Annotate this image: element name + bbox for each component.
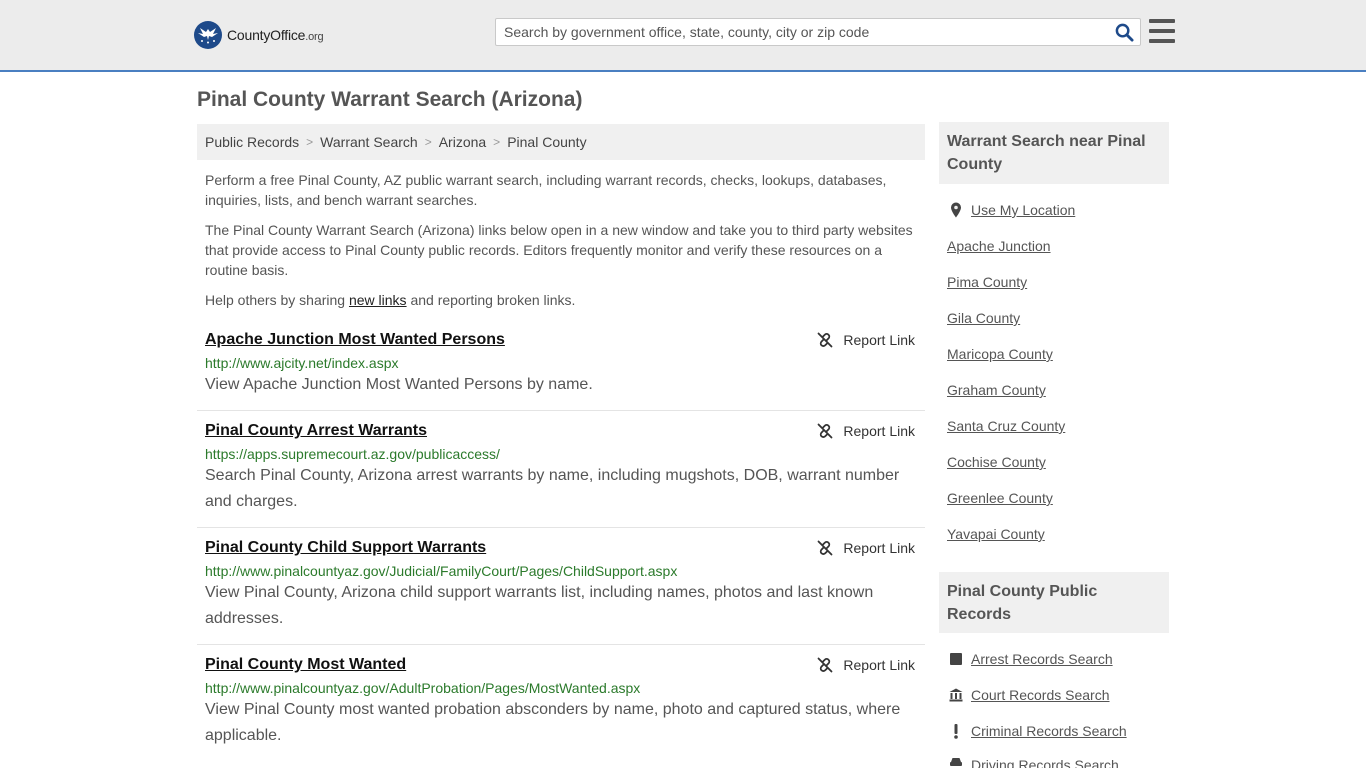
result-item: Pinal County Arrest Warrants Report Link… xyxy=(197,421,925,528)
nearby-link-cochise-county[interactable]: Cochise County xyxy=(947,453,1046,471)
eagle-logo-icon xyxy=(194,21,222,49)
share-text-before: Help others by sharing xyxy=(205,292,349,308)
result-description: Search Pinal County, Arizona arrest warr… xyxy=(205,467,900,510)
share-paragraph: Help others by sharing new links and rep… xyxy=(205,290,917,310)
broken-link-icon xyxy=(818,423,833,439)
search-button[interactable] xyxy=(1108,19,1140,45)
result-title-link[interactable]: Apache Junction Most Wanted Persons xyxy=(205,330,505,350)
nearby-link-maricopa-county[interactable]: Maricopa County xyxy=(947,345,1053,363)
report-link-label: Report Link xyxy=(843,423,915,439)
page-title: Pinal County Warrant Search (Arizona) xyxy=(197,88,583,111)
result-description: View Apache Junction Most Wanted Persons… xyxy=(205,376,593,393)
broken-link-icon xyxy=(818,657,833,673)
courthouse-icon xyxy=(948,686,964,704)
broken-link-icon xyxy=(818,540,833,556)
driving-records-search-link[interactable]: Driving Records Search xyxy=(971,756,1119,768)
breadcrumb-pinal-county[interactable]: Pinal County xyxy=(507,134,586,150)
hamburger-menu-button[interactable] xyxy=(1149,19,1175,43)
breadcrumb: Public Records > Warrant Search > Arizon… xyxy=(197,124,925,160)
result-url: http://www.pinalcountyaz.gov/Judicial/Fa… xyxy=(205,563,678,579)
nearby-link-graham-county[interactable]: Graham County xyxy=(947,381,1046,399)
nearby-link-santa-cruz-county[interactable]: Santa Cruz County xyxy=(947,417,1065,435)
result-url: https://apps.supremecourt.az.gov/publica… xyxy=(205,446,500,462)
menu-bar xyxy=(1149,29,1175,33)
report-link-label: Report Link xyxy=(843,657,915,673)
result-url: http://www.pinalcountyaz.gov/AdultProbat… xyxy=(205,680,641,696)
result-item: Pinal County Most Wanted Report Link htt… xyxy=(197,655,925,761)
exclamation-icon xyxy=(948,722,964,740)
broken-link-icon xyxy=(818,332,833,348)
location-pin-icon xyxy=(948,201,964,219)
nearby-link-greenlee-county[interactable]: Greenlee County xyxy=(947,489,1053,507)
nearby-link-pima-county[interactable]: Pima County xyxy=(947,273,1027,291)
square-icon xyxy=(948,650,964,668)
logo-text-main: CountyOffice xyxy=(227,27,306,43)
breadcrumb-public-records[interactable]: Public Records xyxy=(205,134,299,150)
breadcrumb-arizona[interactable]: Arizona xyxy=(439,134,486,150)
report-link-label: Report Link xyxy=(843,332,915,348)
search-input[interactable] xyxy=(496,19,1108,45)
nearby-link-gila-county[interactable]: Gila County xyxy=(947,309,1020,327)
result-description: View Pinal County, Arizona child support… xyxy=(205,584,874,627)
report-link-button[interactable]: Report Link xyxy=(817,538,915,558)
new-links-link[interactable]: new links xyxy=(349,292,407,308)
result-description: View Pinal County most wanted probation … xyxy=(205,701,901,744)
criminal-records-search-link[interactable]: Criminal Records Search xyxy=(971,722,1127,740)
report-link-button[interactable]: Report Link xyxy=(817,421,915,441)
logo-text-ext: .org xyxy=(305,31,324,43)
nearby-heading: Warrant Search near Pinal County xyxy=(939,122,1169,184)
result-title-link[interactable]: Pinal County Child Support Warrants xyxy=(205,538,486,558)
result-item: Pinal County Child Support Warrants Repo… xyxy=(197,538,925,645)
breadcrumb-separator: > xyxy=(306,135,314,149)
result-title-link[interactable]: Pinal County Most Wanted xyxy=(205,655,406,675)
search-icon xyxy=(1115,23,1134,42)
result-title-link[interactable]: Pinal County Arrest Warrants xyxy=(205,421,427,441)
car-icon xyxy=(948,756,964,768)
menu-bar xyxy=(1149,39,1175,43)
report-link-button[interactable]: Report Link xyxy=(817,330,915,350)
report-link-label: Report Link xyxy=(843,540,915,556)
site-logo[interactable]: CountyOffice.org xyxy=(194,20,324,50)
site-header: CountyOffice.org xyxy=(0,0,1366,72)
search-bar xyxy=(495,18,1141,46)
intro-paragraph: Perform a free Pinal County, AZ public w… xyxy=(205,172,887,208)
logo-text: CountyOffice.org xyxy=(227,27,324,43)
breadcrumb-separator: > xyxy=(424,135,432,149)
result-url: http://www.ajcity.net/index.aspx xyxy=(205,355,399,371)
public-records-heading: Pinal County Public Records xyxy=(939,572,1169,633)
court-records-search-link[interactable]: Court Records Search xyxy=(971,686,1110,704)
share-text-after: and reporting broken links. xyxy=(406,292,576,308)
breadcrumb-warrant-search[interactable]: Warrant Search xyxy=(320,134,418,150)
disclaimer-paragraph: The Pinal County Warrant Search (Arizona… xyxy=(205,222,913,278)
arrest-records-search-link[interactable]: Arrest Records Search xyxy=(971,650,1113,668)
breadcrumb-separator: > xyxy=(493,135,501,149)
nearby-link-yavapai-county[interactable]: Yavapai County xyxy=(947,525,1045,543)
use-my-location-link[interactable]: Use My Location xyxy=(971,201,1075,219)
result-item: Apache Junction Most Wanted Persons Repo… xyxy=(197,330,925,411)
nearby-link-apache-junction[interactable]: Apache Junction xyxy=(947,237,1051,255)
menu-bar xyxy=(1149,19,1175,23)
report-link-button[interactable]: Report Link xyxy=(817,655,915,675)
